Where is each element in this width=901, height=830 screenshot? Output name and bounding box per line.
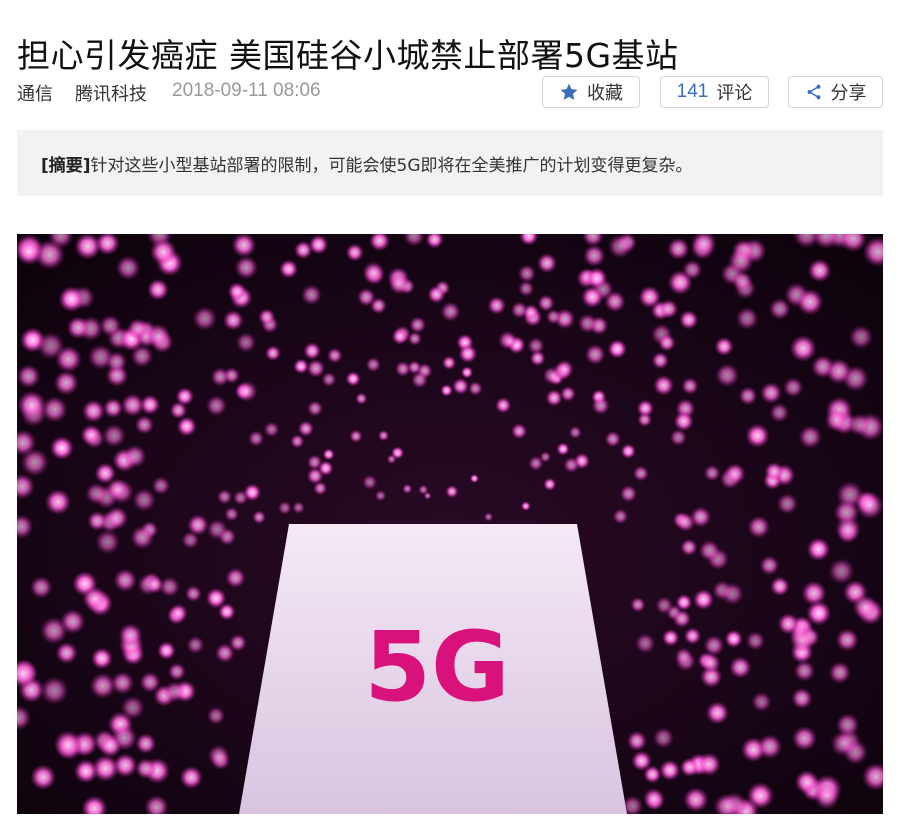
star-icon [559,82,579,102]
share-icon [805,83,823,101]
comment-label: 评论 [716,83,753,104]
favorite-button[interactable]: 收藏 [542,76,640,108]
favorite-label: 收藏 [587,83,623,104]
summary-text: 针对这些小型基站部署的限制，可能会使5G即将在全美推广的计划变得更复杂。 [90,155,693,176]
article-time: 2018-09-11 08:06 [172,80,321,101]
article-meta: 通信 腾讯科技 2018-09-11 08:06 收藏 141 评论 分享 [17,76,883,110]
comment-count: 141 [676,81,709,102]
hero-illustration: 5G [17,234,883,814]
article-summary: [摘要] 针对这些小型基站部署的限制，可能会使5G即将在全美推广的计划变得更复杂… [17,130,883,196]
share-label: 分享 [830,83,867,104]
summary-tag: [摘要] [41,155,91,176]
share-button[interactable]: 分享 [788,76,883,108]
article-title: 担心引发癌症 美国硅谷小城禁止部署5G基站 [17,36,679,76]
article-hero-image: 5G [17,234,883,814]
article-source[interactable]: 通信 [17,80,53,106]
5g-sign-text: 5G [364,611,510,723]
article-category[interactable]: 腾讯科技 [75,80,147,106]
comments-button[interactable]: 141 评论 [660,76,769,108]
